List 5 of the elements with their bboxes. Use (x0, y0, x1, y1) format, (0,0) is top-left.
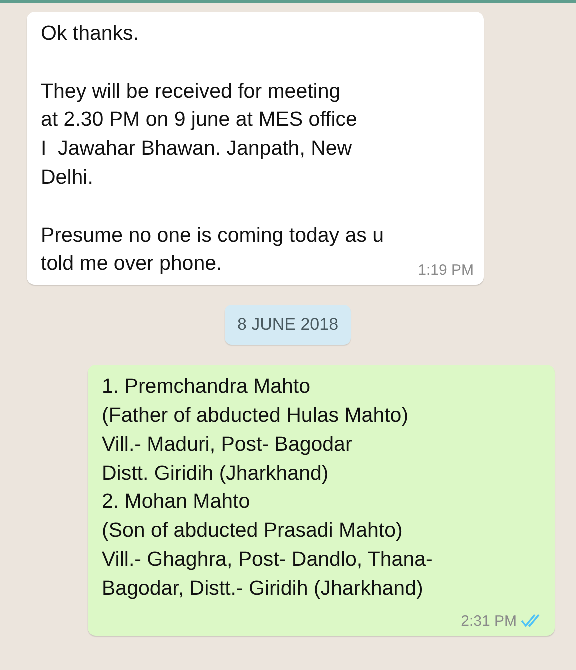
message-text: 1. Premchandra Mahto (Father of abducted Hulas Mahto) Vill.- Maduri, Post- Bagodar Distt. Giridih (Jharkhand) 2. Mohan Mahto (Son of abducted Prasadi Mahto) Vill.- Ghaghra, Post- Dandlo, Thana- Bagodar, Distt.- Giridih (Jharkhand) (102, 374, 433, 602)
message-text: Ok thanks. They will be received for meeting at 2.30 PM on 9 june at MES office I Jawahar Bhawan. Janpath, New Delhi. Presume no one is coming today as u told me over phone. (41, 21, 384, 278)
message-time: 1:19 PM (418, 262, 474, 280)
date-chip: 8 JUNE 2018 (225, 305, 351, 346)
message-time: 2:31 PM (461, 612, 517, 630)
